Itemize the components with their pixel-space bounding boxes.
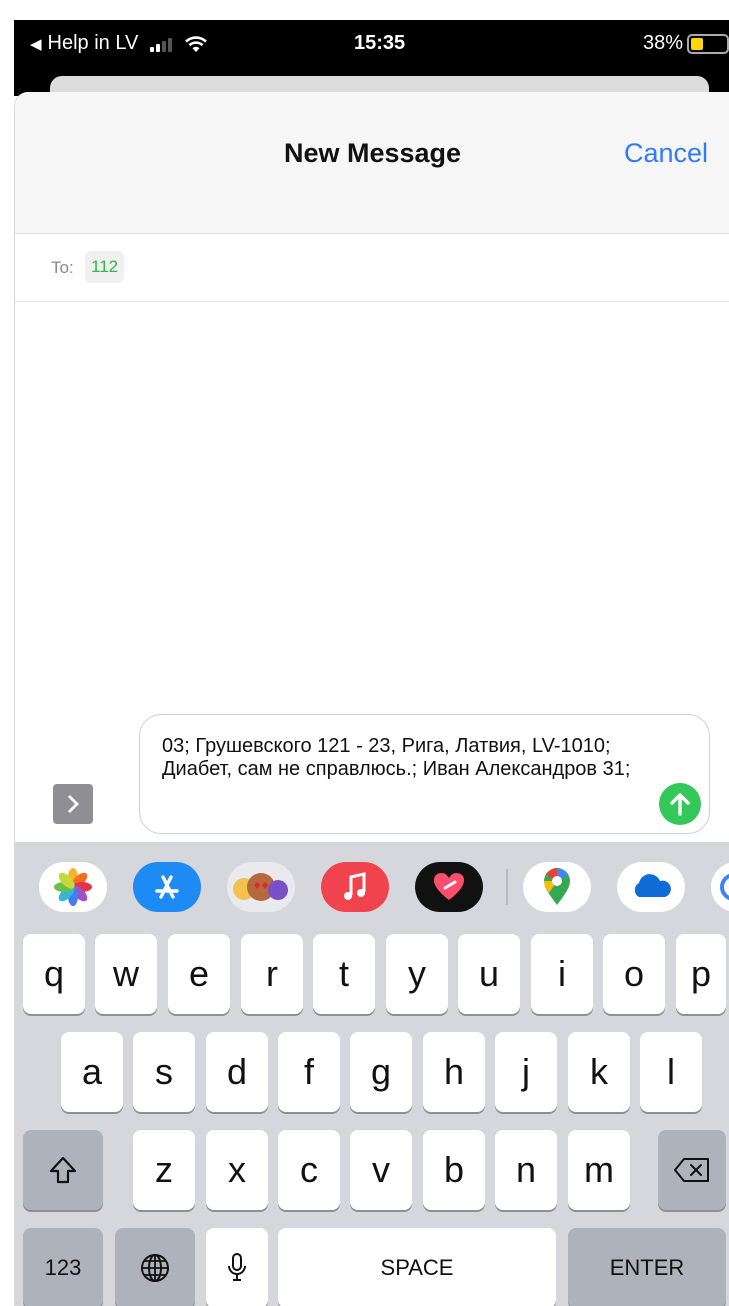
key-p[interactable]: p [676, 934, 726, 1014]
arrow-up-icon [670, 793, 690, 816]
shift-icon [49, 1156, 77, 1184]
app-strip-divider [506, 869, 508, 905]
key-z[interactable]: z [133, 1130, 195, 1210]
navigation-bar: New Message Cancel [15, 92, 729, 234]
recipients-field[interactable]: To: 112 [15, 234, 729, 302]
key-q[interactable]: q [23, 934, 85, 1014]
memoji-stickers-icon[interactable] [227, 862, 295, 912]
send-button[interactable] [659, 783, 701, 825]
key-y[interactable]: y [386, 934, 448, 1014]
key-f[interactable]: f [278, 1032, 340, 1112]
key-k[interactable]: k [568, 1032, 630, 1112]
shift-key[interactable] [23, 1130, 103, 1210]
battery-percent: 38% [642, 32, 683, 54]
app-store-icon[interactable] [133, 862, 201, 912]
key-x[interactable]: x [206, 1130, 268, 1210]
key-r[interactable]: r [241, 934, 303, 1014]
battery-indicator: 38% [643, 32, 729, 55]
cancel-button[interactable]: Cancel [624, 138, 708, 169]
key-d[interactable]: d [206, 1032, 268, 1112]
key-c[interactable]: c [278, 1130, 340, 1210]
globe-key[interactable] [115, 1228, 195, 1306]
to-label: To: [51, 258, 74, 277]
enter-key[interactable]: ENTER [568, 1228, 726, 1306]
music-app-icon[interactable] [321, 862, 389, 912]
message-input[interactable]: 03; Грушевского 121 - 23, Рига, Латвия, … [139, 714, 710, 834]
key-j[interactable]: j [495, 1032, 557, 1112]
new-message-sheet: New Message Cancel To: 112 03; Грушевско… [14, 92, 729, 1306]
key-i[interactable]: i [531, 934, 593, 1014]
wifi-icon [185, 35, 208, 52]
delete-key[interactable] [658, 1130, 726, 1210]
space-key[interactable]: SPACE [278, 1228, 556, 1306]
back-to-app-link[interactable]: ◀ Help in LV [30, 32, 208, 55]
key-u[interactable]: u [458, 934, 520, 1014]
google-maps-icon[interactable] [523, 862, 591, 912]
key-g[interactable]: g [350, 1032, 412, 1112]
backspace-icon [674, 1158, 709, 1182]
key-b[interactable]: b [423, 1130, 485, 1210]
key-t[interactable]: t [313, 934, 375, 1014]
key-v[interactable]: v [350, 1130, 412, 1210]
page-title: New Message [283, 138, 462, 168]
dictation-key[interactable] [206, 1228, 268, 1306]
key-a[interactable]: a [61, 1032, 123, 1112]
globe-icon [141, 1254, 169, 1282]
key-m[interactable]: m [568, 1130, 630, 1210]
key-s[interactable]: s [133, 1032, 195, 1112]
imessage-app-strip [15, 842, 729, 934]
expand-apps-button[interactable] [53, 784, 93, 824]
clock: 15:35 [354, 32, 406, 54]
message-text: 03; Грушевского 121 - 23, Рига, Латвия, … [162, 735, 631, 780]
more-apps-icon[interactable] [711, 862, 729, 912]
back-triangle-icon: ◀ [30, 35, 42, 53]
keyboard: q w e r t y u i o p a s d f g h j k l z … [15, 934, 729, 1306]
digital-touch-icon[interactable] [415, 862, 483, 912]
cellular-signal-icon [150, 36, 173, 52]
photos-app-icon[interactable] [39, 862, 107, 912]
key-n[interactable]: n [495, 1130, 557, 1210]
key-e[interactable]: e [168, 934, 230, 1014]
numbers-key[interactable]: 123 [23, 1228, 103, 1306]
microphone-icon [228, 1253, 246, 1281]
chevron-right-icon [68, 795, 79, 813]
battery-icon [687, 33, 729, 54]
key-h[interactable]: h [423, 1032, 485, 1112]
key-o[interactable]: o [603, 934, 665, 1014]
key-w[interactable]: w [95, 934, 157, 1014]
recipient-chip[interactable]: 112 [85, 251, 125, 283]
back-app-name: Help in LV [47, 32, 139, 54]
key-l[interactable]: l [640, 1032, 702, 1112]
onedrive-icon[interactable] [617, 862, 685, 912]
